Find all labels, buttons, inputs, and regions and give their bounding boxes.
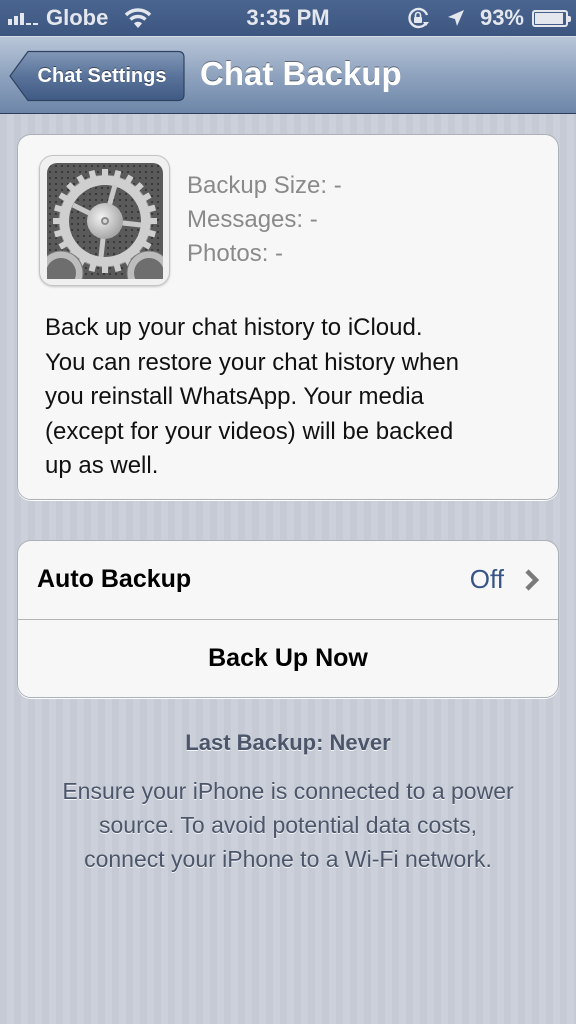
description-line: up as well. xyxy=(45,452,159,479)
settings-gear-icon xyxy=(39,155,170,286)
backup-actions-group: Auto Backup Off Back Up Now xyxy=(17,540,559,698)
description-line: Back up your chat history to iCloud. xyxy=(45,314,423,341)
messages-count: Messages: - xyxy=(187,206,318,233)
page-title: Chat Backup xyxy=(200,55,402,92)
back-up-now-button[interactable]: Back Up Now xyxy=(18,620,558,699)
location-icon xyxy=(447,10,464,26)
description-line: (except for your videos) will be backed xyxy=(45,417,454,445)
backup-stats: Backup Size: - Messages: - Photos: - xyxy=(187,169,342,271)
footer-note-line: connect your iPhone to a Wi-Fi network. xyxy=(84,846,492,872)
footer-note-line: source. To avoid potential data costs, xyxy=(98,812,478,838)
backup-size: Backup Size: - xyxy=(187,172,342,199)
photos-count: Photos: - xyxy=(187,240,284,267)
chevron-right-icon xyxy=(525,569,540,591)
last-backup-status: Last Backup: Never xyxy=(185,730,391,755)
battery-fill xyxy=(535,12,563,24)
battery-icon xyxy=(532,9,571,27)
back-button[interactable]: Chat Settings xyxy=(9,50,185,102)
footer-note-line: Ensure your iPhone is connected to a pow… xyxy=(62,778,514,804)
description-line: you reinstall WhatsApp. Your media xyxy=(45,383,424,410)
auto-backup-row[interactable]: Auto Backup Off xyxy=(18,541,558,620)
auto-backup-value: Off xyxy=(469,564,504,594)
auto-backup-label: Auto Backup xyxy=(37,565,192,593)
backup-info-card: Backup Size: - Messages: - Photos: - Bac… xyxy=(17,134,559,500)
footer-note: Ensure your iPhone is connected to a pow… xyxy=(10,774,566,876)
status-bar: Globe 3:35 PM 93% xyxy=(0,0,576,36)
back-up-now-label: Back Up Now xyxy=(208,644,368,672)
status-right: 93% xyxy=(406,5,571,31)
rotation-lock-icon xyxy=(408,7,429,29)
battery-percent: 93% xyxy=(479,5,524,30)
description-line: You can restore your chat history when xyxy=(45,348,460,376)
navigation-bar: Chat Settings Chat Backup xyxy=(0,36,576,114)
back-button-label: Chat Settings xyxy=(37,64,167,87)
backup-description: Back up your chat history to iCloud. You… xyxy=(45,311,535,484)
